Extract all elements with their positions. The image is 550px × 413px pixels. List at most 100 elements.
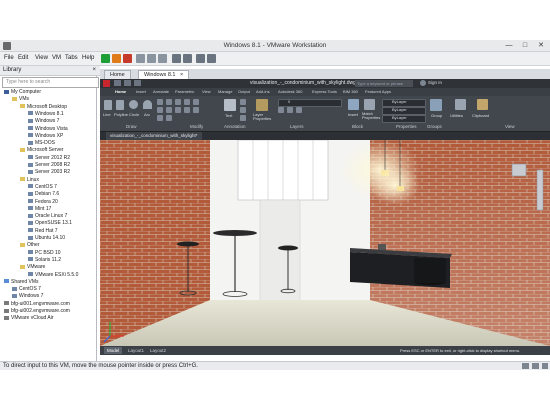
library-tree-item[interactable]: Solaris 11.2 xyxy=(28,257,61,264)
layer-properties-icon[interactable] xyxy=(256,99,268,111)
panel-block-label[interactable]: Block xyxy=(352,124,363,129)
ribbon-tab-view[interactable]: View xyxy=(202,89,211,94)
ribbon-tab-manage[interactable]: Manage xyxy=(218,89,232,94)
ribbon-tab-express-tools[interactable]: Express Tools xyxy=(312,89,337,94)
save-file-icon[interactable] xyxy=(134,80,141,86)
fillet-icon[interactable] xyxy=(157,107,163,113)
menu-file[interactable]: File xyxy=(4,55,14,61)
library-tree-item[interactable]: My Computer xyxy=(4,89,41,96)
library-tree-item[interactable]: VMware ESXi 5.5.0 xyxy=(28,272,78,279)
panel-view-label[interactable]: View xyxy=(505,124,515,129)
match-properties-icon[interactable] xyxy=(364,99,375,110)
stretch-view-icon[interactable] xyxy=(207,54,216,63)
library-tree-item[interactable]: Oracle Linux 7 xyxy=(28,213,67,220)
document-tab[interactable]: visualization_-_condominium_with_skyligh… xyxy=(106,132,202,140)
library-tree-item[interactable]: Debian 7.6 xyxy=(28,191,59,198)
ribbon-tab-annotate[interactable]: Annotate xyxy=(153,89,169,94)
close-button[interactable]: ✕ xyxy=(534,41,548,50)
ribbon-tab-bim-360[interactable]: BIM 360 xyxy=(343,89,358,94)
menu-tabs[interactable]: Tabs xyxy=(65,55,78,61)
ribbon-tab-output[interactable]: Output xyxy=(238,89,250,94)
text-icon[interactable] xyxy=(224,99,236,111)
library-tree-item[interactable]: PC BSD 10 xyxy=(28,250,61,257)
library-tree-item[interactable]: Microsoft Desktop xyxy=(20,104,67,111)
menu-vm[interactable]: VM xyxy=(52,55,61,61)
table-icon[interactable] xyxy=(240,115,246,121)
library-tree-item[interactable]: Mint 17 xyxy=(28,206,51,213)
library-tree-item[interactable]: Windows XP xyxy=(28,133,63,140)
usb-status-icon[interactable] xyxy=(542,363,548,369)
line-icon[interactable] xyxy=(104,100,112,110)
layout-tab-model[interactable]: Model xyxy=(104,347,123,354)
library-tree-item[interactable]: CentOS 7 xyxy=(12,286,41,293)
trim-icon[interactable] xyxy=(175,99,181,105)
library-tree-item[interactable]: bfg-ui001.engvmware.com xyxy=(4,301,70,308)
library-tree-item[interactable]: OpenSUSE 13.1 xyxy=(28,220,72,227)
ribbon-tab-autodesk-360[interactable]: Autodesk 360 xyxy=(278,89,302,94)
polyline-icon[interactable] xyxy=(116,100,124,110)
mirror-icon[interactable] xyxy=(193,99,199,105)
library-tree-item[interactable]: Linux xyxy=(20,177,39,184)
layout-tab-layout2[interactable]: Layout2 xyxy=(147,347,169,354)
circle-icon[interactable] xyxy=(129,100,138,109)
menu-view[interactable]: View xyxy=(35,55,48,61)
maximize-button[interactable]: □ xyxy=(518,41,532,50)
leader-icon[interactable] xyxy=(240,107,246,113)
navigation-bar[interactable] xyxy=(536,169,544,211)
clipboard-icon[interactable] xyxy=(477,99,488,110)
library-tree-item[interactable]: Server 2012 R2 xyxy=(28,155,70,162)
library-close-icon[interactable]: × xyxy=(92,66,96,75)
group-icon[interactable] xyxy=(430,99,442,111)
panel-draw-label[interactable]: Draw xyxy=(126,124,137,129)
network-status-icon[interactable] xyxy=(532,363,539,369)
utilities-icon[interactable] xyxy=(455,99,466,110)
layout-tab-layout1[interactable]: Layout1 xyxy=(125,347,147,354)
panel-annotation-label[interactable]: Annotation xyxy=(224,124,246,129)
snapshot-icon[interactable] xyxy=(136,54,145,63)
dimension-icon[interactable] xyxy=(240,99,246,105)
arc-icon[interactable] xyxy=(143,100,152,109)
close-tab-icon[interactable]: × xyxy=(180,72,183,78)
power-off-icon[interactable] xyxy=(123,54,132,63)
ribbon-tab-parametric[interactable]: Parametric xyxy=(175,89,194,94)
panel-layers-label[interactable]: Layers xyxy=(290,124,304,129)
library-tree-item[interactable]: Server 2008 R2 xyxy=(28,162,70,169)
device-status-icon[interactable] xyxy=(522,363,529,369)
minimize-button[interactable]: — xyxy=(502,41,516,50)
unity-icon[interactable] xyxy=(183,54,192,63)
library-tree-item[interactable]: CentOS 7 xyxy=(28,184,57,191)
library-tree-item[interactable]: VMware xyxy=(20,264,45,271)
menu-help[interactable]: Help xyxy=(82,55,94,61)
library-tree-item[interactable]: Other xyxy=(20,242,40,249)
library-tree-item[interactable]: Server 2003 R2 xyxy=(28,169,70,176)
erase-icon[interactable] xyxy=(193,107,199,113)
library-tree-item[interactable]: Red Hat 7 xyxy=(28,228,58,235)
insert-block-icon[interactable] xyxy=(348,99,359,110)
array-icon[interactable] xyxy=(184,107,190,113)
stretch-icon[interactable] xyxy=(166,107,172,113)
copy-icon[interactable] xyxy=(184,99,190,105)
new-file-icon[interactable] xyxy=(114,80,121,86)
acad-search-input[interactable]: Type a keyword or phrase xyxy=(355,80,413,87)
revert-snapshot-icon[interactable] xyxy=(147,54,156,63)
menu-edit[interactable]: Edit xyxy=(18,55,28,61)
console-view-icon[interactable] xyxy=(196,54,205,63)
layer-lock-icon[interactable] xyxy=(296,107,302,113)
explode-icon[interactable] xyxy=(157,115,163,121)
library-tree-item[interactable]: bfg-ui002.engvmware.com xyxy=(4,308,70,315)
sign-in-link[interactable]: Sign In xyxy=(428,80,442,85)
library-tree-item[interactable]: Windows 7 xyxy=(28,118,59,125)
open-file-icon[interactable] xyxy=(124,80,131,86)
move-icon[interactable] xyxy=(157,99,163,105)
library-tree-item[interactable]: VMs xyxy=(12,96,29,103)
panel-modify-label[interactable]: Modify xyxy=(190,124,203,129)
offset-icon[interactable] xyxy=(166,115,172,121)
autocad-logo-icon[interactable] xyxy=(103,80,110,87)
library-tree-item[interactable]: Shared VMs xyxy=(4,279,39,286)
ribbon-tab-home[interactable]: Home xyxy=(115,89,126,94)
ribbon-tab-addins[interactable]: Add-ins xyxy=(256,89,270,94)
ribbon-tab-featured-apps[interactable]: Featured Apps xyxy=(365,89,391,94)
scale-icon[interactable] xyxy=(175,107,181,113)
library-tree-item[interactable]: Windows Vista xyxy=(28,126,68,133)
library-tree-item[interactable]: Windows 8.1 xyxy=(28,111,64,118)
